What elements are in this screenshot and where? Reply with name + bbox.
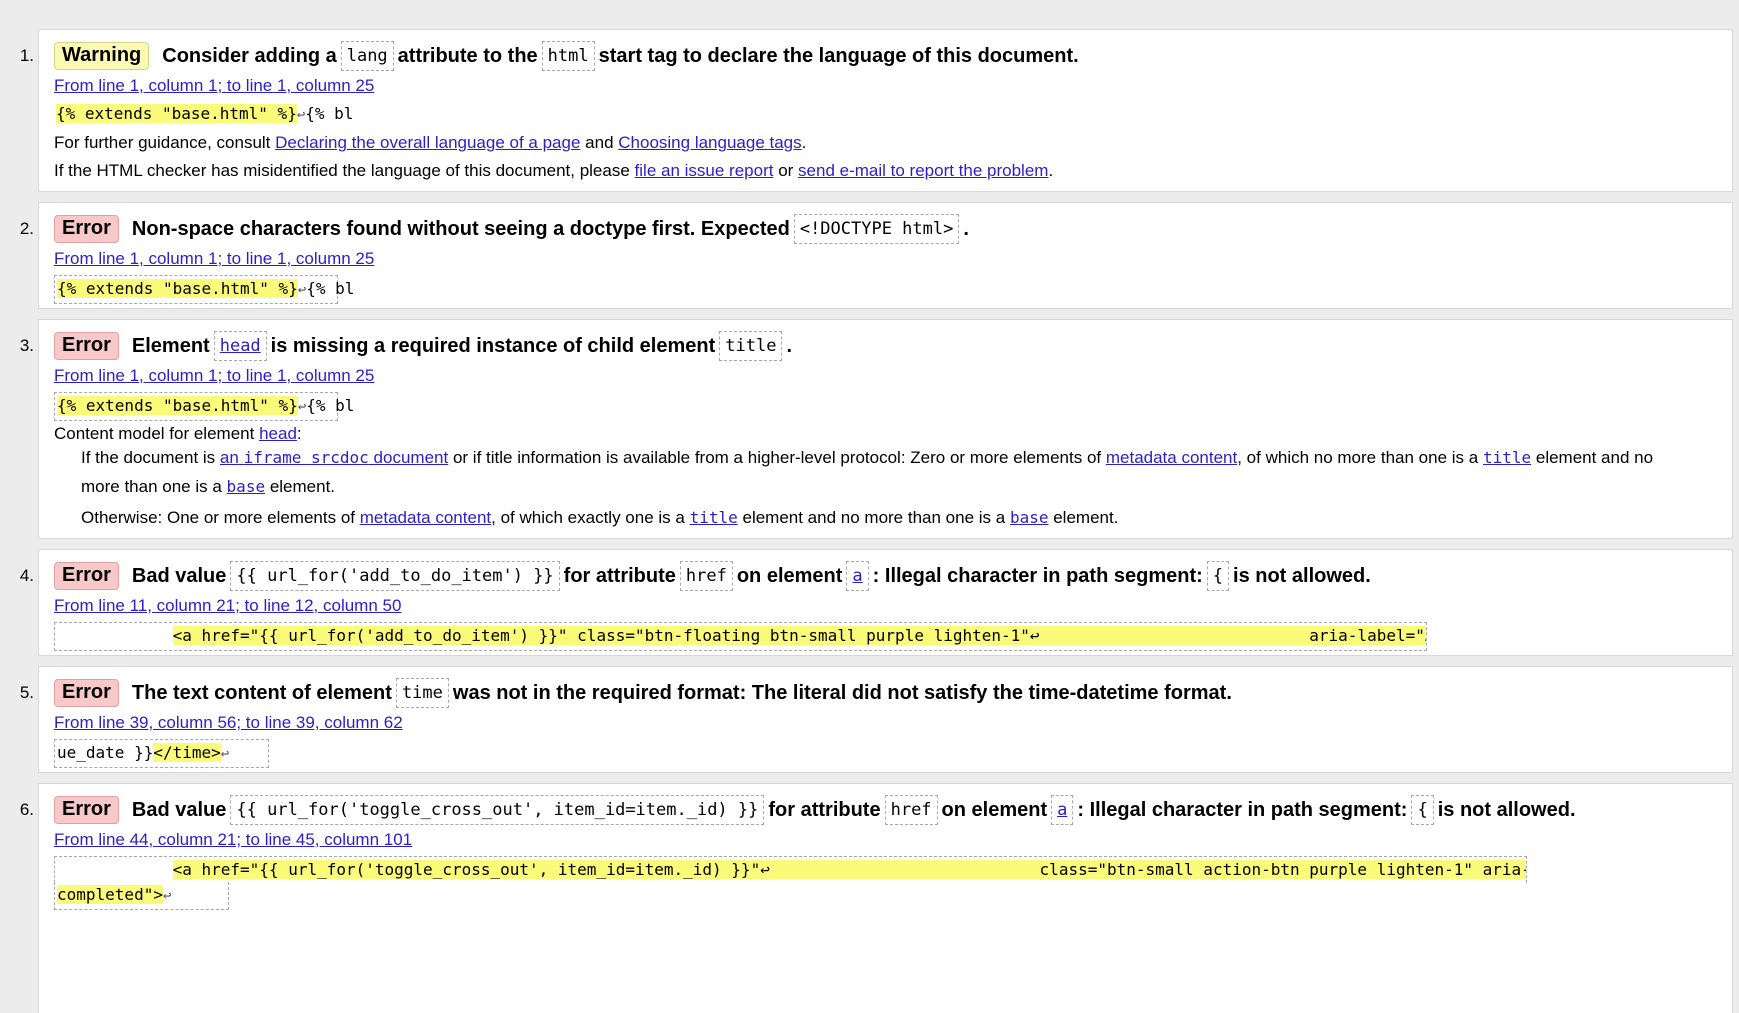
link-choosing-language-tags[interactable]: Choosing language tags xyxy=(618,133,801,152)
content-model-otherwise: Otherwise: One or more elements of metad… xyxy=(81,508,1119,527)
source-extract: {% extends "base.html" %}↩{% bl xyxy=(54,392,354,421)
message-warning: Warning Consider adding a lang attribute… xyxy=(38,29,1733,192)
code-html: html xyxy=(541,41,595,71)
code-brace: { xyxy=(1206,561,1230,591)
error-badge: Error xyxy=(54,796,119,824)
message-heading: Error The text content of element time w… xyxy=(54,678,1232,708)
link-metadata-content[interactable]: metadata content xyxy=(360,508,491,527)
link-send-email[interactable]: send e-mail to report the problem xyxy=(798,161,1048,180)
code-title: title xyxy=(719,331,783,361)
location-link[interactable]: From line 44, column 21; to line 45, col… xyxy=(54,830,412,850)
source-extract: {% extends "base.html" %}↩{% bl xyxy=(54,275,354,304)
code-href: href xyxy=(679,561,733,591)
message-error: Error Bad value {{ url_for('add_to_do_it… xyxy=(38,549,1733,656)
message-error: Error The text content of element time w… xyxy=(38,666,1733,773)
warning-badge: Warning xyxy=(54,42,150,70)
code-lang: lang xyxy=(340,41,394,71)
code-href: href xyxy=(884,795,938,825)
message-heading: Error Bad value {{ url_for('toggle_cross… xyxy=(54,795,1576,825)
message-number: 3. xyxy=(19,336,34,355)
guidance-text: For further guidance, consult Declaring … xyxy=(54,133,807,152)
message-number: 5. xyxy=(19,683,34,702)
source-extract: {% extends "base.html" %}↩{% bl xyxy=(56,104,354,123)
link-metadata-content[interactable]: metadata content xyxy=(1106,448,1237,467)
message-heading: Error Bad value {{ url_for('add_to_do_it… xyxy=(54,561,1371,591)
source-extract: <a href="{{ url_for('toggle_cross_out', … xyxy=(54,856,1527,883)
code-doctype: <!DOCTYPE html> xyxy=(793,214,960,244)
content-model-if: If the document is an iframe srcdoc docu… xyxy=(81,448,1654,467)
link-base[interactable]: base xyxy=(227,477,266,496)
error-badge: Error xyxy=(54,215,119,243)
error-badge: Error xyxy=(54,332,119,360)
code-bad-value: {{ url_for('toggle_cross_out', item_id=i… xyxy=(230,795,765,825)
message-number: 2. xyxy=(19,219,34,238)
link-title[interactable]: title xyxy=(690,508,738,527)
error-badge: Error xyxy=(54,679,119,707)
location-link[interactable]: From line 11, column 21; to line 12, col… xyxy=(54,596,401,616)
source-extract: <a href="{{ url_for('add_to_do_item') }}… xyxy=(54,622,1427,651)
message-heading: Error Non-space characters found without… xyxy=(54,214,969,244)
link-base[interactable]: base xyxy=(1010,508,1049,527)
message-number: 1. xyxy=(19,46,34,65)
code-a-link: a xyxy=(846,561,869,591)
message-heading: Warning Consider adding a lang attribute… xyxy=(54,41,1079,71)
message-error: Error Element head is missing a required… xyxy=(38,319,1733,539)
location-link[interactable]: From line 1, column 1; to line 1, column… xyxy=(54,249,374,269)
source-extract-cont: completed">↩ xyxy=(54,882,229,910)
issue-report-text: If the HTML checker has misidentified th… xyxy=(54,161,1054,180)
source-extract: ue_date }}</time>↩ xyxy=(54,739,269,768)
location-link[interactable]: From line 1, column 1; to line 1, column… xyxy=(54,76,374,96)
message-error: Error Non-space characters found without… xyxy=(38,202,1733,309)
link-title[interactable]: title xyxy=(1483,448,1531,467)
code-a-link: a xyxy=(1051,795,1074,825)
message-number: 4. xyxy=(19,566,34,585)
link-iframe-srcdoc[interactable]: an iframe srcdoc document xyxy=(220,448,448,467)
code-bad-value: {{ url_for('add_to_do_item') }} xyxy=(230,561,560,591)
content-model-if-cont: more than one is a base element. xyxy=(81,477,336,496)
message-error: Error Bad value {{ url_for('toggle_cross… xyxy=(38,783,1733,1013)
message-heading: Error Element head is missing a required… xyxy=(54,331,792,361)
code-head-link: head xyxy=(213,331,267,361)
content-model-heading: Content model for element head: xyxy=(54,424,302,443)
code-brace: { xyxy=(1411,795,1434,825)
code-time: time xyxy=(395,678,449,708)
location-link[interactable]: From line 39, column 56; to line 39, col… xyxy=(54,713,403,733)
link-declaring-language[interactable]: Declaring the overall language of a page xyxy=(275,133,580,152)
location-link[interactable]: From line 1, column 1; to line 1, column… xyxy=(54,366,374,386)
link-file-issue[interactable]: file an issue report xyxy=(635,161,774,180)
error-badge: Error xyxy=(54,562,119,590)
message-number: 6. xyxy=(19,800,34,819)
link-head[interactable]: head xyxy=(259,424,297,443)
